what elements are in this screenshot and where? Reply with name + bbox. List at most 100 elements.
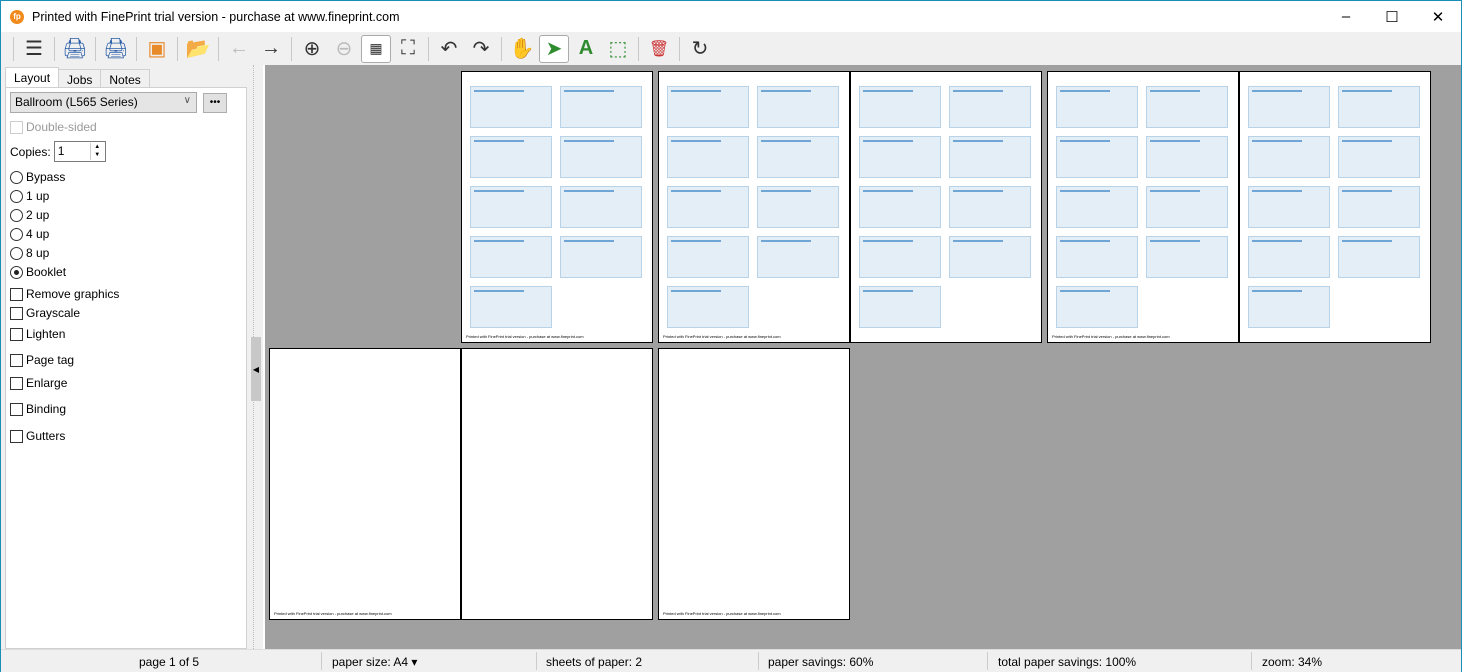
double-sided-label: Double-sided <box>26 120 97 134</box>
printer-properties-button[interactable]: ••• <box>203 93 227 113</box>
text-tool-icon[interactable]: A <box>571 35 601 63</box>
radio-2-up[interactable]: 2 up <box>10 208 49 222</box>
radio-bypass[interactable]: Bypass <box>10 170 65 184</box>
status-paper-size[interactable]: paper size: A4 ▾ <box>332 655 417 669</box>
radio-4-up[interactable]: 4 up <box>10 227 49 241</box>
trial-footer: Printed with FinePrint trial version - p… <box>663 334 781 339</box>
content-block <box>757 236 839 278</box>
open-folder-icon[interactable]: 📂 <box>183 35 213 63</box>
fit-page-icon[interactable]: ⛶ <box>393 35 423 63</box>
page-thumbnail[interactable]: Printed with FinePrint trial version - p… <box>269 348 461 620</box>
menu-icon[interactable]: ☰ <box>19 35 49 63</box>
chevron-left-icon: ◀ <box>252 364 260 374</box>
content-line <box>761 140 811 142</box>
content-block <box>1338 186 1420 228</box>
radio-label: 8 up <box>26 246 50 260</box>
content-line <box>1342 90 1392 92</box>
content-line <box>953 190 1003 192</box>
undo-icon[interactable]: ↶ <box>434 35 464 63</box>
status-total-savings: total paper savings: 100% <box>998 655 1137 669</box>
checkbox-label: Gutters <box>26 429 66 443</box>
page-thumbnail[interactable] <box>850 71 1042 343</box>
copies-label: Copies: <box>10 144 51 159</box>
copies-stepper[interactable]: 1 ▲ ▼ <box>53 141 106 162</box>
content-block <box>1248 236 1330 278</box>
trial-footer: Printed with FinePrint trial version - p… <box>274 611 392 616</box>
content-block <box>1146 136 1228 178</box>
content-block <box>1338 136 1420 178</box>
radio-1-up[interactable]: 1 up <box>10 189 49 203</box>
checkbox-page-tag[interactable]: Page tag <box>10 353 74 367</box>
content-block <box>949 86 1031 128</box>
page-thumbnail[interactable] <box>1239 71 1431 343</box>
checkbox-enlarge[interactable]: Enlarge <box>10 376 67 390</box>
hand-tool-icon[interactable]: ✋ <box>507 35 537 63</box>
content-block <box>470 236 552 278</box>
content-line <box>863 190 913 192</box>
content-block <box>949 186 1031 228</box>
grid-view-icon[interactable]: ▦ <box>361 34 391 63</box>
content-line <box>1252 90 1302 92</box>
delete-page-icon[interactable]: 🗑 <box>644 35 674 63</box>
back-arrow-icon[interactable]: ← <box>224 35 254 63</box>
content-block <box>757 186 839 228</box>
save-icon[interactable]: ▣ <box>142 35 172 63</box>
refresh-icon[interactable]: ↻ <box>685 35 715 63</box>
spin-arrows-icon[interactable]: ▲ ▼ <box>89 143 104 160</box>
footer-text: Printed with FinePrint trial version - p… <box>663 334 781 339</box>
content-block <box>859 86 941 128</box>
checkbox-lighten[interactable]: Lighten <box>10 327 65 341</box>
content-line <box>1252 190 1302 192</box>
page-thumbnail[interactable]: Printed with FinePrint trial version - p… <box>461 71 653 343</box>
title-bar: fp Printed with FinePrint trial version … <box>1 1 1461 32</box>
printer-select[interactable]: Ballroom (L565 Series) ∨ <box>10 92 197 113</box>
page-thumbnail[interactable] <box>461 348 653 620</box>
print-icon[interactable]: 🖨 <box>60 35 90 63</box>
checkbox-label: Lighten <box>26 327 66 341</box>
checkbox-binding[interactable]: Binding <box>10 402 66 416</box>
zoom-in-icon[interactable]: ⊕ <box>297 35 327 63</box>
select-arrow-icon[interactable]: ➤ <box>539 34 569 63</box>
preview-area[interactable]: THAI•WARE Printed with FinePrint trial v… <box>265 65 1461 649</box>
zoom-out-icon[interactable]: ⊖ <box>329 35 359 63</box>
double-sided-checkbox[interactable]: Double-sided <box>10 120 97 134</box>
content-line <box>671 190 721 192</box>
content-line <box>671 290 721 292</box>
status-page: page 1 of 5 <box>139 655 200 669</box>
checkbox-gutters[interactable]: Gutters <box>10 429 65 443</box>
redo-icon[interactable]: ↷ <box>466 35 496 63</box>
content-line <box>863 240 913 242</box>
content-block <box>757 86 839 128</box>
marquee-select-icon[interactable]: ⬚ <box>603 35 633 63</box>
status-zoom: zoom: 34% <box>1262 655 1323 669</box>
content-block <box>1056 186 1138 228</box>
content-block <box>1248 86 1330 128</box>
content-block <box>1338 86 1420 128</box>
content-block <box>470 186 552 228</box>
page-thumbnail[interactable]: Printed with FinePrint trial version - p… <box>658 348 850 620</box>
content-block <box>560 236 642 278</box>
content-line <box>1150 90 1200 92</box>
content-block <box>949 236 1031 278</box>
maximize-button[interactable]: ☐ <box>1369 1 1415 32</box>
page-thumbnail[interactable]: Printed with FinePrint trial version - p… <box>658 71 850 343</box>
page-thumbnail[interactable]: Printed with FinePrint trial version - p… <box>1047 71 1239 343</box>
content-block <box>470 136 552 178</box>
content-line <box>564 190 614 192</box>
content-block <box>1146 86 1228 128</box>
checkbox-remove-graphics[interactable]: Remove graphics <box>10 287 119 301</box>
close-button[interactable]: ✕ <box>1415 1 1461 32</box>
collapse-panel-button[interactable]: ◀ <box>251 337 261 401</box>
minimize-button[interactable]: – <box>1323 1 1369 32</box>
checkbox-grayscale[interactable]: Grayscale <box>10 306 80 320</box>
content-block <box>1248 286 1330 328</box>
cancel-print-icon[interactable]: 🖨 <box>101 35 131 63</box>
content-line <box>474 290 524 292</box>
content-block <box>667 236 749 278</box>
content-line <box>953 240 1003 242</box>
forward-arrow-icon[interactable]: → <box>256 35 286 63</box>
checkbox-label: Grayscale <box>26 306 81 320</box>
content-line <box>1060 240 1110 242</box>
radio-8-up[interactable]: 8 up <box>10 246 49 260</box>
radio-booklet[interactable]: Booklet <box>10 265 66 279</box>
